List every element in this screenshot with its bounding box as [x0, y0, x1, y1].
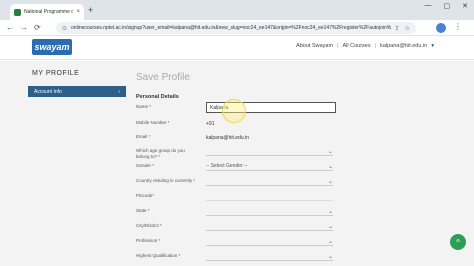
- profession-label: Profession *: [136, 238, 161, 243]
- pincode-input[interactable]: [206, 192, 333, 201]
- name-label: Name *: [136, 104, 152, 109]
- email-value: kalpana@hit.edu.in: [206, 135, 249, 141]
- state-label: State *: [136, 208, 150, 213]
- nav-separator: |: [337, 43, 339, 49]
- mobile-label: Mobile Number *: [136, 120, 170, 125]
- mobile-input[interactable]: +91: [206, 121, 214, 127]
- back-icon[interactable]: ←: [6, 22, 14, 34]
- lock-icon: ⊙: [62, 25, 68, 32]
- favicon-icon: [14, 8, 21, 16]
- tab-title: National Programme on Techn: [24, 9, 74, 15]
- chevron-down-icon: ⌄: [327, 253, 333, 260]
- browser-tab[interactable]: National Programme on Techn ×: [10, 4, 84, 20]
- chevron-down-icon: ⌄: [327, 178, 333, 185]
- minimize-icon[interactable]: —: [425, 2, 432, 10]
- nav-separator: |: [374, 43, 377, 49]
- profession-select[interactable]: ⌄: [206, 237, 333, 246]
- close-window-icon[interactable]: ✕: [462, 2, 468, 10]
- gender-label: Gender *: [136, 163, 155, 168]
- city-label: City/District *: [136, 223, 162, 228]
- browser-toolbar: ← → ⟳ ⊙ onlinecourses.nptel.ac.in/signup…: [0, 20, 474, 36]
- window-controls: — ▢ ✕: [425, 2, 469, 10]
- url-text[interactable]: onlinecourses.nptel.ac.in/signup?user_em…: [71, 25, 391, 31]
- share-icon[interactable]: ⇪: [395, 25, 400, 32]
- tab-close-icon[interactable]: ×: [76, 9, 80, 15]
- about-swayam-link[interactable]: About Swayam: [296, 43, 333, 49]
- sidebar-heading: MY PROFILE: [32, 70, 80, 77]
- pincode-label: Pincode*: [136, 193, 155, 198]
- bookmark-star-icon[interactable]: ☆: [405, 25, 410, 32]
- swayam-logo[interactable]: swayam: [32, 39, 72, 55]
- forward-icon[interactable]: →: [20, 22, 28, 34]
- country-label: Country residing in currently *: [136, 178, 196, 183]
- chevron-right-icon: ›: [118, 88, 120, 95]
- chevron-down-icon: ⌄: [327, 163, 333, 170]
- reload-icon[interactable]: ⟳: [34, 22, 41, 34]
- country-select[interactable]: ⌄: [206, 177, 333, 186]
- sidebar-item-label: Account Info: [34, 88, 62, 95]
- qualification-select[interactable]: ⌄: [206, 252, 333, 261]
- chevron-down-icon: ⌄: [327, 148, 333, 155]
- age-group-select[interactable]: ⌄: [206, 147, 333, 156]
- user-email-menu[interactable]: kalpana@hit.edu.in: [380, 43, 427, 49]
- chevron-down-icon[interactable]: ▾: [431, 43, 434, 49]
- city-select[interactable]: ⌄: [206, 222, 333, 231]
- address-bar[interactable]: ⊙ onlinecourses.nptel.ac.in/signup?user_…: [56, 22, 416, 34]
- page-title: Save Profile: [136, 72, 190, 83]
- age-group-label: Which age group do you belong to? *: [136, 148, 185, 159]
- section-title: Personal Details: [136, 94, 179, 100]
- chevron-down-icon: ⌄: [327, 223, 333, 230]
- chevron-down-icon: ⌄: [327, 208, 333, 215]
- all-courses-link[interactable]: All Courses: [343, 43, 371, 49]
- email-label: Email *: [136, 134, 151, 139]
- sidebar-item-account-info[interactable]: Account Info ›: [28, 86, 126, 97]
- browser-menu-icon[interactable]: ⋮: [454, 22, 462, 31]
- chevron-down-icon: ⌄: [327, 238, 333, 245]
- state-select[interactable]: ⌄: [206, 207, 333, 216]
- browser-tab-bar: National Programme on Techn × + — ▢ ✕: [0, 0, 474, 20]
- scroll-top-button[interactable]: ^: [450, 234, 466, 250]
- site-header: swayam About Swayam | All Courses | kalp…: [0, 36, 474, 60]
- profile-avatar[interactable]: [436, 23, 446, 33]
- header-nav: About Swayam | All Courses | kalpana@hit…: [296, 43, 434, 49]
- omnibox-actions: ⇪ ☆: [395, 25, 410, 32]
- gender-select[interactable]: -- Select Gender -- ⌄: [206, 162, 333, 171]
- gender-value: -- Select Gender --: [206, 163, 248, 169]
- qualification-label: Highest Qualification *: [136, 253, 181, 258]
- maximize-icon[interactable]: ▢: [444, 2, 451, 10]
- new-tab-button[interactable]: +: [88, 4, 93, 16]
- cursor-highlight: [222, 99, 246, 123]
